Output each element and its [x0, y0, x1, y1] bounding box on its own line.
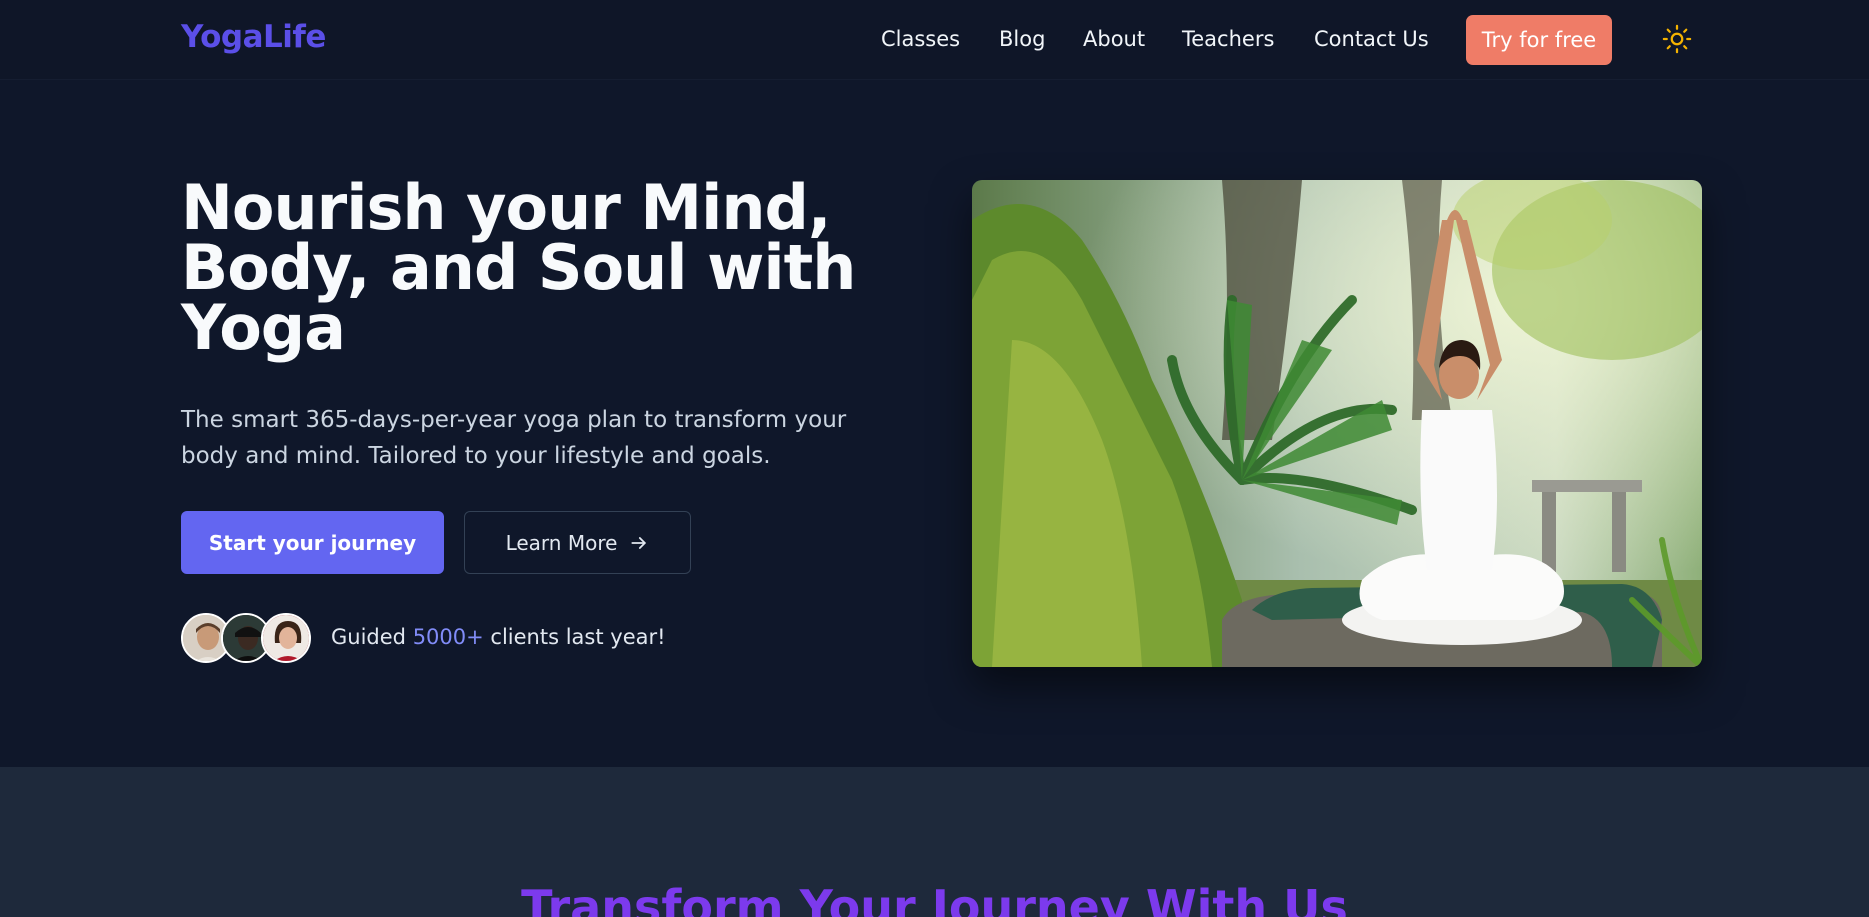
- nav-link-classes[interactable]: Classes: [881, 27, 960, 51]
- logo[interactable]: YogaLife: [181, 19, 326, 55]
- sun-icon: [1662, 24, 1692, 54]
- arrow-right-icon: [631, 536, 647, 549]
- social-proof-text: Guided 5000+ clients last year!: [331, 625, 666, 649]
- theme-toggle-button[interactable]: [1660, 22, 1694, 56]
- avatar: [261, 613, 311, 663]
- nav-link-blog[interactable]: Blog: [999, 27, 1045, 51]
- nav-link-contact-us[interactable]: Contact Us: [1314, 27, 1429, 51]
- yoga-photo: [972, 180, 1702, 667]
- start-journey-button[interactable]: Start your journey: [181, 511, 444, 574]
- client-count: 5000+: [412, 625, 484, 649]
- hero-subtitle: The smart 365-days-per-year yoga plan to…: [181, 407, 847, 469]
- top-navigation: YogaLife Classes Blog About Teachers Con…: [0, 0, 1869, 80]
- learn-more-label: Learn More: [505, 530, 618, 555]
- nav-link-teachers[interactable]: Teachers: [1182, 27, 1274, 51]
- hero-yoga-image: [972, 180, 1702, 667]
- social-prefix: Guided: [331, 625, 406, 649]
- nav-link-about[interactable]: About: [1083, 27, 1145, 51]
- social-suffix: clients last year!: [490, 625, 666, 649]
- try-for-free-button[interactable]: Try for free: [1466, 15, 1612, 65]
- section-title: Transform Your Journey With Us: [521, 880, 1348, 917]
- learn-more-button[interactable]: Learn More: [464, 511, 691, 574]
- hero-title: Nourish your Mind, Body, and Soul with Y…: [181, 171, 856, 364]
- client-avatars: [181, 613, 313, 665]
